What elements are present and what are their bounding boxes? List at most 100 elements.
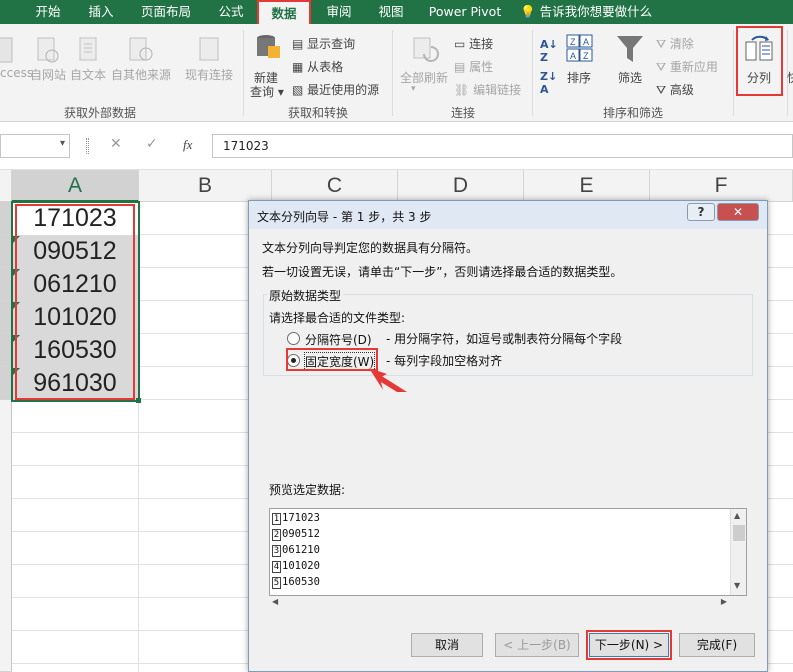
tab-formulas[interactable]: 公式 [208,0,254,24]
other-sources-icon [129,37,153,61]
help-button[interactable]: ? [687,203,715,221]
from-access-button[interactable]: ccess [0,66,33,80]
lightbulb-icon: 💡 [520,4,536,19]
access-icon [0,37,13,63]
connections-button[interactable]: ▭ 连接 [454,35,493,52]
chevron-down-icon[interactable]: ▾ [411,84,416,94]
chevron-down-icon[interactable]: ▾ [60,138,65,149]
tab-insert[interactable]: 插入 [78,0,124,24]
sort-ascending-icon[interactable]: A↓ Z [540,38,558,64]
preview-label: 预览选定数据: [269,483,346,497]
insert-function-icon[interactable]: fx [183,137,192,153]
edit-links-button[interactable]: ⛓ 编辑链接 [454,81,521,98]
confirm-formula-icon[interactable]: ✓ [146,136,158,152]
radio-delimited[interactable]: 分隔符号(D) [287,330,377,348]
new-query-icon [257,35,280,58]
formula-input[interactable]: 171023 [212,134,793,158]
wizard-intro-line2: 若一切设置无误，请单击“下一步”，否则请选择最合适的数据类型。 [262,265,623,279]
sort-button[interactable]: 排序 [567,69,591,86]
column-header-b[interactable]: B [139,170,272,202]
data-preview-box[interactable]: 1 171023 2 090512 3 061210 4 101020 5 160530 … [269,508,747,596]
scroll-left-icon[interactable]: ◀ [272,597,278,606]
sort-descending-icon[interactable]: Z↓ A [540,70,557,96]
web-icon [37,37,59,63]
column-header-c[interactable]: C [272,170,398,202]
cancel-formula-icon[interactable]: ✕ [110,136,122,152]
finish-button[interactable]: 完成(F) [679,633,755,657]
preview-row-number: 3 [272,545,281,557]
new-query-label: 查询 [250,85,275,99]
tab-view[interactable]: 视图 [368,0,414,24]
radio-delimited-circle[interactable] [287,332,300,345]
existing-connections-button[interactable]: 现有连接 [185,66,233,83]
show-queries-button[interactable]: ▤ 显示查询 [292,35,355,52]
column-header-d[interactable]: D [398,170,524,202]
existing-connections-icon [199,37,219,61]
select-all-corner[interactable] [0,170,12,202]
name-box[interactable]: ▾ [0,134,70,158]
cancel-button[interactable]: 取消 [411,633,483,657]
scroll-right-icon[interactable]: ▶ [721,597,727,606]
tab-data[interactable]: 数据 [257,0,311,26]
close-button[interactable]: ✕ [717,203,759,221]
text-to-columns-button[interactable]: 分列 [747,69,771,86]
reapply-button[interactable]: ⛛ 重新应用 [656,58,718,75]
column-header-f[interactable]: F [650,170,793,202]
new-query-dropdown[interactable]: 查询 ▾ [250,83,284,100]
scrollbar-thumb[interactable] [733,525,745,541]
properties-icon: ▤ [454,60,466,74]
tell-me-box[interactable]: 💡 告诉我你想要做什么 [520,0,680,24]
selection-border [11,201,140,402]
tab-home[interactable]: 开始 [22,0,74,24]
preview-row: 5 160530 [272,576,320,592]
tab-review[interactable]: 审阅 [316,0,362,24]
filter-button[interactable]: 筛选 [618,69,642,86]
group-label-get-transform: 获取和转换 [288,106,349,120]
radio-fixed-width-label[interactable]: 固定宽度(W) [303,352,376,371]
from-web-button[interactable]: 自网站 [30,66,66,83]
radio-delimited-label[interactable]: 分隔符号(D) [305,331,372,348]
refresh-all-button[interactable]: 全部刷新 [400,69,448,86]
row-header[interactable] [0,400,12,672]
radio-fixed-width-circle[interactable] [287,354,300,367]
reapply-label: 重新应用 [669,60,718,74]
radio-fixed-width[interactable]: 固定宽度(W) [287,352,379,371]
resize-handle[interactable] [86,138,89,154]
svg-text:A: A [570,51,576,61]
text-file-icon [79,37,97,61]
scroll-down-icon[interactable]: ▼ [734,581,740,590]
advanced-filter-button[interactable]: ⛛ 高级 [656,81,694,98]
tab-power-pivot[interactable]: Power Pivot [424,0,506,24]
from-table-button[interactable]: ▦ 从表格 [292,58,343,75]
ribbon-tab-bar: 开始 插入 页面布局 公式 数据 审阅 视图 Power Pivot 💡 告诉我… [0,0,793,26]
choose-file-type-label: 请选择最合适的文件类型: [269,311,406,325]
clear-filter-button[interactable]: ⛛ 清除 [656,35,694,52]
properties-label: 属性 [469,60,494,74]
back-button[interactable]: < 上一步(B) [495,633,579,657]
dialog-title: 文本分列向导 - 第 1 步，共 3 步 [257,210,432,224]
tab-page-layout[interactable]: 页面布局 [132,0,200,24]
text-to-columns-wizard-dialog: 文本分列向导 - 第 1 步，共 3 步 ? ✕ 文本分列向导判定您的数据具有分… [248,200,768,672]
fill-handle[interactable] [136,398,141,403]
svg-text:Z: Z [570,37,576,47]
grid-icon: ▦ [292,60,304,74]
preview-row-number: 2 [272,529,281,541]
scroll-up-icon[interactable]: ▲ [734,511,740,520]
from-other-sources-button[interactable]: 自其他来源 [111,66,171,83]
column-header-e[interactable]: E [524,170,650,202]
group-label-connections: 连接 [451,106,476,120]
from-text-button[interactable]: 自文本 [70,66,106,83]
preview-row-number: 1 [272,513,281,525]
preview-horizontal-scrollbar[interactable]: ◀ ▶ [269,596,747,610]
properties-button[interactable]: ▤ 属性 [454,58,493,75]
column-header-a[interactable]: A [12,170,139,202]
dialog-title-bar[interactable]: 文本分列向导 - 第 1 步，共 3 步 ? ✕ [249,201,767,229]
preview-row-value: 061210 [282,544,320,556]
flash-fill-button[interactable]: 快 [787,69,793,86]
reapply-icon: ⛛ [656,60,667,74]
recent-sources-label: 最近使用的源 [307,83,380,97]
wizard-intro-line1: 文本分列向导判定您的数据具有分隔符。 [262,241,479,255]
recent-sources-button[interactable]: ▧ 最近使用的源 [292,81,379,98]
next-button[interactable]: 下一步(N) > [589,633,669,657]
preview-vertical-scrollbar[interactable]: ▲ ▼ [730,509,746,595]
